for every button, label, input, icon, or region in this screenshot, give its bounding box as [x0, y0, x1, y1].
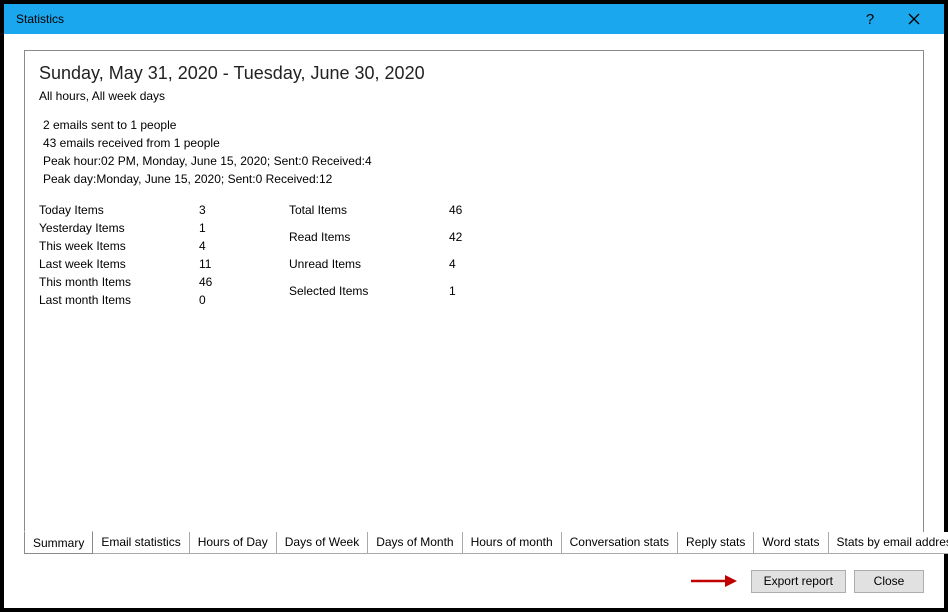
stat-value: 0	[199, 292, 239, 309]
tab-summary[interactable]: Summary	[24, 531, 93, 554]
window-close-button[interactable]	[892, 4, 936, 34]
tab-hours-of-day[interactable]: Hours of Day	[190, 532, 277, 554]
tab-conversation-stats[interactable]: Conversation stats	[562, 532, 678, 554]
tab-hours-of-month[interactable]: Hours of month	[463, 532, 562, 554]
help-button[interactable]: ?	[848, 4, 892, 34]
close-button[interactable]: Close	[854, 570, 924, 593]
stat-value: 46	[199, 274, 239, 291]
stat-label: Yesterday Items	[39, 220, 199, 237]
close-icon	[908, 13, 920, 25]
stat-value: 1	[199, 220, 239, 237]
tab-reply-stats[interactable]: Reply stats	[678, 532, 754, 554]
stat-label: Selected Items	[289, 283, 449, 309]
filter-line: All hours, All week days	[39, 89, 909, 103]
export-report-button[interactable]: Export report	[751, 570, 846, 593]
stat-label: Last week Items	[39, 256, 199, 273]
stat-label: Total Items	[289, 202, 449, 228]
tab-days-of-week[interactable]: Days of Week	[277, 532, 368, 554]
stat-value: 46	[449, 202, 489, 228]
stat-label: This month Items	[39, 274, 199, 291]
stat-label: Today Items	[39, 202, 199, 219]
window-title: Statistics	[16, 12, 848, 26]
summary-panel: Sunday, May 31, 2020 - Tuesday, June 30,…	[24, 50, 924, 533]
window-frame: Statistics ? Sunday, May 31, 2020 - Tues…	[0, 0, 948, 612]
stat-value: 3	[199, 202, 239, 219]
stats-grid: Today Items3Yesterday Items1This week It…	[39, 202, 909, 309]
date-range-heading: Sunday, May 31, 2020 - Tuesday, June 30,…	[39, 63, 909, 84]
stat-value: 4	[449, 256, 489, 282]
stat-value: 4	[199, 238, 239, 255]
titlebar: Statistics ?	[4, 4, 944, 34]
tab-days-of-month[interactable]: Days of Month	[368, 532, 462, 554]
tab-email-statistics[interactable]: Email statistics	[93, 532, 189, 554]
meta-received: 43 emails received from 1 people	[43, 134, 909, 152]
meta-peak-day: Peak day:Monday, June 15, 2020; Sent:0 R…	[43, 170, 909, 188]
tab-stats-by-email-address[interactable]: Stats by email address	[829, 532, 948, 554]
stats-col-right: Total Items46Read Items42Unread Items4Se…	[289, 202, 489, 309]
stat-label: Read Items	[289, 229, 449, 255]
arrow-icon	[691, 573, 737, 589]
stat-value: 42	[449, 229, 489, 255]
meta-peak-hour: Peak hour:02 PM, Monday, June 15, 2020; …	[43, 152, 909, 170]
stat-label: This week Items	[39, 238, 199, 255]
meta-sent: 2 emails sent to 1 people	[43, 116, 909, 134]
stat-value: 1	[449, 283, 489, 309]
stat-value: 11	[199, 256, 239, 273]
content-area: Sunday, May 31, 2020 - Tuesday, June 30,…	[4, 34, 944, 608]
stat-label: Last month Items	[39, 292, 199, 309]
stats-col-left: Today Items3Yesterday Items1This week It…	[39, 202, 239, 309]
tab-bar: SummaryEmail statisticsHours of DayDays …	[24, 532, 924, 554]
stat-label: Unread Items	[289, 256, 449, 282]
meta-lines: 2 emails sent to 1 people 43 emails rece…	[39, 116, 909, 188]
tab-word-stats[interactable]: Word stats	[754, 532, 828, 554]
bottom-bar: Export report Close	[4, 554, 944, 608]
